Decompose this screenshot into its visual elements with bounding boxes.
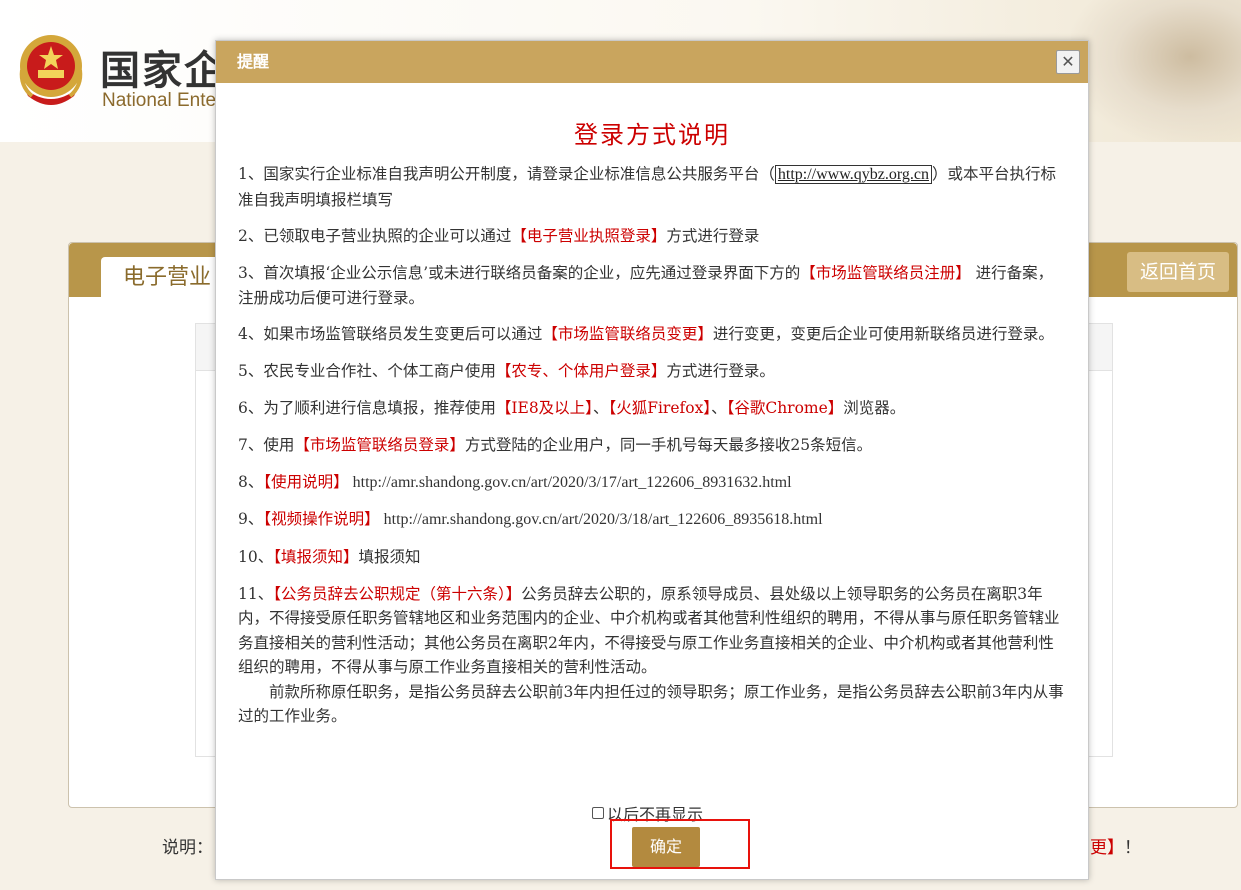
- qybz-link[interactable]: http://www.qybz.org.cn: [774, 165, 932, 184]
- back-home-button[interactable]: 返回首页: [1127, 252, 1229, 292]
- browser-chrome: 【谷歌Chrome】: [726, 398, 844, 417]
- dont-show-checkbox[interactable]: [592, 807, 604, 819]
- instruction-item-11-note: 前款所称原任职务，是指公务员辞去公职前3年内担任过的领导职务；原工作业务，是指公…: [238, 682, 1064, 726]
- instruction-item-10: 10、【填报须知】填报须知: [238, 548, 421, 567]
- instruction-item-11: 11、【公务员辞去公职规定（第十六条）】公务员辞去公职的，原系领导成员、县处级以…: [238, 584, 1060, 677]
- user-guide-url[interactable]: http://amr.shandong.gov.cn/art/2020/3/17…: [349, 474, 792, 491]
- confirm-highlight-box: [610, 819, 750, 869]
- dialog-heading: 登录方式说明: [574, 121, 730, 149]
- instruction-item-5: 5、农民专业合作社、个体工商户使用【农专、个体用户登录】方式进行登录。: [238, 362, 775, 381]
- filing-notice-link[interactable]: 【填报须知】: [273, 548, 358, 566]
- dialog-header: 提醒 ✕: [216, 41, 1088, 83]
- site-title: 国家企: [100, 48, 226, 94]
- footer-note-link[interactable]: 更】: [1090, 838, 1124, 858]
- individual-login-link[interactable]: 【农专、个体用户登录】: [496, 362, 667, 380]
- instruction-item-1: 1、国家实行企业标准自我声明公开制度，请登录企业标准信息公共服务平台（ http:…: [238, 165, 1056, 209]
- liaison-register-link[interactable]: 【市场监管联络员注册】: [800, 264, 971, 282]
- reminder-dialog: 提醒 ✕ 登录方式说明 1、国家实行企业标准自我声明公开制度，请登录企业标准信息…: [215, 40, 1089, 880]
- close-icon[interactable]: ✕: [1056, 50, 1080, 74]
- dialog-body: 登录方式说明 1、国家实行企业标准自我声明公开制度，请登录企业标准信息公共服务平…: [238, 89, 1066, 741]
- instruction-item-3: 3、首次填报‘企业公示信息’或未进行联络员备案的企业，应先通过登录界面下方的【市…: [238, 264, 1054, 307]
- instruction-item-8: 8、【使用说明】 http://amr.shandong.gov.cn/art/…: [238, 472, 792, 491]
- instruction-item-2: 2、已领取电子营业执照的企业可以通过【电子营业执照登录】方式进行登录: [238, 227, 760, 246]
- liaison-login-link[interactable]: 【市场监管联络员登录】: [294, 436, 465, 454]
- video-guide-url[interactable]: http://amr.shandong.gov.cn/art/2020/3/18…: [380, 511, 823, 528]
- civil-servant-rule-link[interactable]: 【公务员辞去公职规定（第十六条）】: [273, 585, 521, 603]
- footer-note-tail: 更】！: [1090, 833, 1150, 858]
- mountain-decoration: [1071, 0, 1241, 142]
- instruction-item-4: 4、如果市场监管联络员发生变更后可以通过【市场监管联络员变更】进行变更，变更后企…: [238, 325, 1054, 344]
- video-guide-link[interactable]: 【视频操作说明】: [263, 510, 379, 528]
- site-subtitle: National Ente: [102, 90, 217, 111]
- liaison-change-link[interactable]: 【市场监管联络员变更】: [542, 325, 713, 343]
- instruction-item-6: 6、为了顺利进行信息填报，推荐使用【IE8及以上】、【火狐Firefox】、【谷…: [238, 398, 906, 417]
- instruction-item-9: 9、【视频操作说明】 http://amr.shandong.gov.cn/ar…: [238, 510, 823, 529]
- footer-note-label: 说明：: [162, 838, 212, 858]
- e-license-login-link[interactable]: 【电子营业执照登录】: [511, 227, 666, 245]
- instruction-item-7: 7、使用【市场监管联络员登录】方式登陆的企业用户，同一手机号每天最多接收25条短…: [238, 435, 873, 454]
- dialog-title: 提醒: [237, 52, 270, 71]
- browser-ie8: 【IE8及以上】: [495, 398, 593, 417]
- national-emblem-icon: [19, 35, 83, 105]
- browser-firefox: 【火狐Firefox】: [608, 398, 712, 417]
- footer-note-end: ！: [1124, 838, 1141, 858]
- user-guide-link[interactable]: 【使用说明】: [263, 473, 348, 491]
